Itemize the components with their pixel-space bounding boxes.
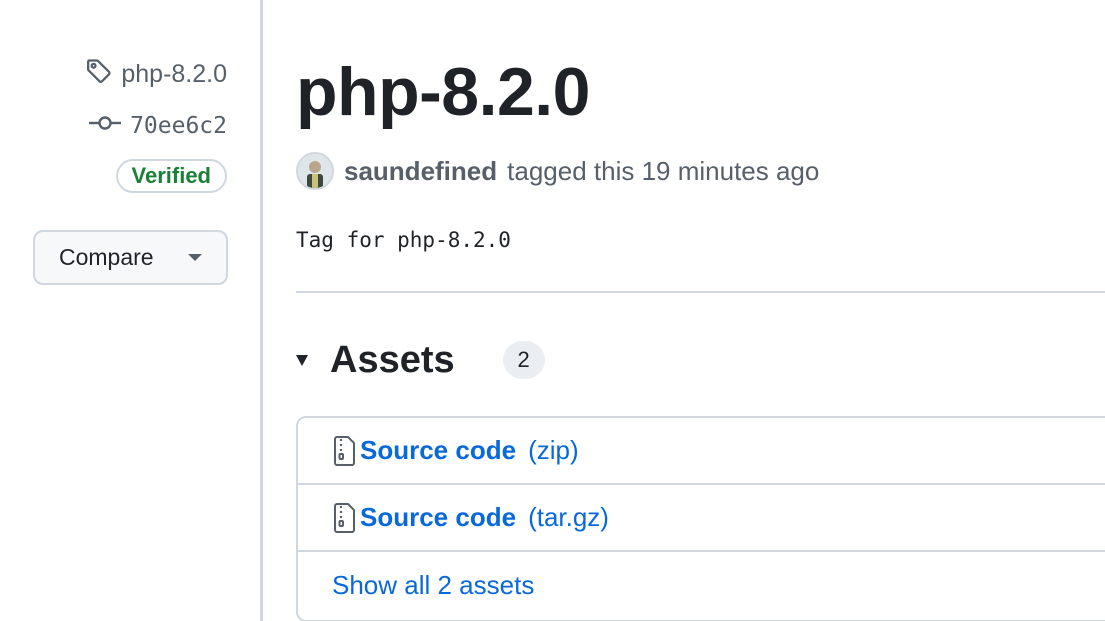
asset-row-targz: Source code (tar.gz) <box>298 485 1105 552</box>
show-all-assets-link[interactable]: Show all 2 assets <box>332 570 534 601</box>
file-zip-icon <box>332 502 358 534</box>
section-divider <box>296 291 1105 293</box>
commit-sha: 70ee6c2 <box>130 113 227 139</box>
assets-header[interactable]: Assets 2 <box>296 332 545 388</box>
author-link[interactable]: saundefined <box>344 156 497 187</box>
git-commit-icon <box>88 113 122 139</box>
asset-name: Source code <box>360 502 517 532</box>
release-byline: saundefined tagged this 19 minutes ago <box>296 150 819 192</box>
tag-name: php-8.2.0 <box>121 59 227 88</box>
verified-label: Verified <box>131 163 211 188</box>
verified-badge[interactable]: Verified <box>115 159 227 193</box>
release-page: php-8.2.0 70ee6c2 Verified Compare php-8… <box>0 0 1105 621</box>
compare-button[interactable]: Compare <box>33 230 228 285</box>
release-main: php-8.2.0 saundefined tagged this 19 min… <box>296 0 1105 621</box>
asset-ext: (zip) <box>528 435 579 465</box>
asset-link-zip[interactable]: Source code (zip) <box>332 435 579 467</box>
asset-row-zip: Source code (zip) <box>298 418 1105 485</box>
release-sidebar: php-8.2.0 70ee6c2 Verified Compare <box>0 0 260 621</box>
show-all-row: Show all 2 assets <box>298 552 1105 619</box>
tag-link[interactable]: php-8.2.0 <box>85 58 227 90</box>
asset-link-targz[interactable]: Source code (tar.gz) <box>332 502 609 534</box>
disclosure-triangle-icon[interactable] <box>296 354 308 366</box>
tag-message: Tag for php-8.2.0 <box>296 228 511 252</box>
avatar[interactable] <box>296 152 334 190</box>
release-title: php-8.2.0 <box>296 54 591 130</box>
sidebar-divider <box>260 0 263 621</box>
assets-label: Assets <box>330 338 455 381</box>
tagged-time-text: tagged this 19 minutes ago <box>507 155 820 186</box>
tag-icon <box>85 57 113 92</box>
compare-label: Compare <box>59 244 154 270</box>
asset-ext: (tar.gz) <box>528 502 609 532</box>
file-zip-icon <box>332 435 358 467</box>
chevron-down-icon <box>188 254 202 261</box>
commit-link[interactable]: 70ee6c2 <box>88 110 227 142</box>
asset-name: Source code <box>360 435 517 465</box>
assets-count-badge: 2 <box>502 341 545 379</box>
assets-list: Source code (zip) Source code (tar.gz) S… <box>296 416 1105 621</box>
